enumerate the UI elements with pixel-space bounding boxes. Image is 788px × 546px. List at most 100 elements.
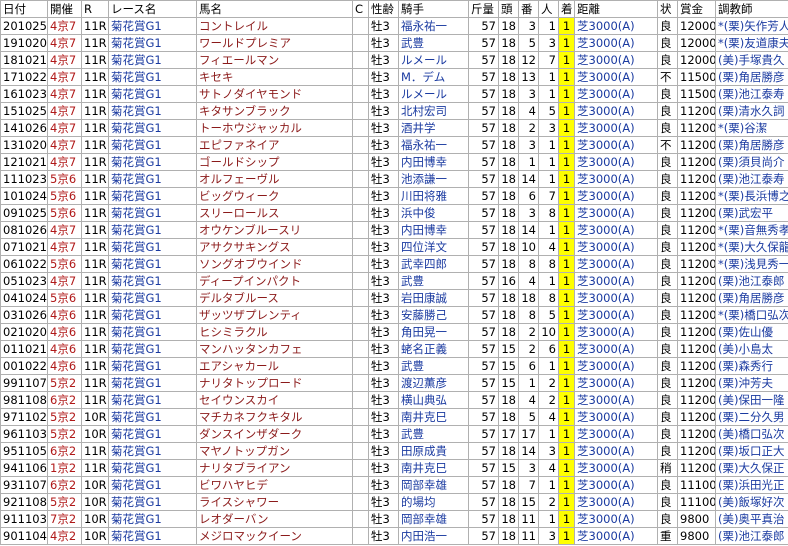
c-cell <box>352 425 369 443</box>
race-number-cell: 11R <box>81 187 109 205</box>
condition-cell: 良 <box>657 17 678 35</box>
meeting-cell: 4京6 <box>47 357 82 375</box>
trainer-cell: (栗)武宏平 <box>715 204 788 222</box>
prize-cell: 11200 <box>677 204 716 222</box>
gate-cell: 14 <box>518 442 539 460</box>
distance-cell: 芝3000(A) <box>574 323 658 341</box>
weight-cell: 57 <box>468 136 499 154</box>
date-cell: 941106 <box>0 459 48 477</box>
gate-cell: 2 <box>518 340 539 358</box>
horse-name-cell: ダンスインザダーク <box>196 425 353 443</box>
race-name-cell: 菊花賞G1 <box>108 306 197 324</box>
prize-cell: 11200 <box>677 187 716 205</box>
race-name-cell: 菊花賞G1 <box>108 442 197 460</box>
header-c: C <box>352 0 369 18</box>
horse-name-cell: エアシャカール <box>196 357 353 375</box>
weight-cell: 57 <box>468 374 499 392</box>
header-field-size: 頭 <box>498 0 519 18</box>
gate-cell: 17 <box>518 425 539 443</box>
horse-name-cell: サトノダイヤモンド <box>196 85 353 103</box>
popularity-cell: 1 <box>538 221 559 239</box>
weight-cell: 57 <box>468 476 499 494</box>
meeting-cell: 4京7 <box>47 68 82 86</box>
field-size-cell: 18 <box>498 17 519 35</box>
field-size-cell: 18 <box>498 68 519 86</box>
race-number-cell: 11R <box>81 238 109 256</box>
horse-name-cell: レオダーバン <box>196 510 353 528</box>
c-cell <box>352 289 369 307</box>
meeting-cell: 1京2 <box>47 459 82 477</box>
popularity-cell: 5 <box>538 306 559 324</box>
field-size-cell: 18 <box>498 238 519 256</box>
distance-cell: 芝3000(A) <box>574 136 658 154</box>
date-cell: 011021 <box>0 340 48 358</box>
condition-cell: 良 <box>657 289 678 307</box>
condition-cell: 良 <box>657 442 678 460</box>
trainer-cell: (栗)浜田光正 <box>715 476 788 494</box>
jockey-cell: 的場均 <box>398 493 469 511</box>
jockey-cell: 武幸四郎 <box>398 255 469 273</box>
meeting-cell: 4京7 <box>47 119 82 137</box>
field-size-cell: 18 <box>498 442 519 460</box>
weight-cell: 57 <box>468 459 499 477</box>
meeting-cell: 5京2 <box>47 374 82 392</box>
sex-age-cell: 牡3 <box>368 425 399 443</box>
gate-cell: 4 <box>518 272 539 290</box>
popularity-cell: 7 <box>538 51 559 69</box>
c-cell <box>352 391 369 409</box>
date-cell: 101024 <box>0 187 48 205</box>
condition-cell: 良 <box>657 119 678 137</box>
horse-name-cell: デルタブルース <box>196 289 353 307</box>
prize-cell: 11500 <box>677 68 716 86</box>
table-row: 091025 5京6 11R 菊花賞G1 スリーロールス 牡3 浜中俊 57 18 3 8 1 芝300… <box>0 204 788 222</box>
sex-age-cell: 牡3 <box>368 374 399 392</box>
condition-cell: 重 <box>657 527 678 545</box>
c-cell <box>352 442 369 460</box>
field-size-cell: 18 <box>498 391 519 409</box>
meeting-cell: 4京6 <box>47 306 82 324</box>
header-gate: 番 <box>518 0 539 18</box>
race-number-cell: 11R <box>81 289 109 307</box>
date-cell: 981108 <box>0 391 48 409</box>
table-row: 051023 4京7 11R 菊花賞G1 ディープインパクト 牡3 武豊 57 16 4 1 1 芝30… <box>0 272 788 290</box>
table-row: 901104 4京2 10R 菊花賞G1 メジロマックイーン 牡3 内田浩一 57 18 11 3 1… <box>0 527 788 545</box>
table-row: 981108 6京2 11R 菊花賞G1 セイウンスカイ 牡3 横山典弘 57 18 4 2 1 芝30… <box>0 391 788 409</box>
c-cell <box>352 357 369 375</box>
date-cell: 161023 <box>0 85 48 103</box>
meeting-cell: 4京6 <box>47 340 82 358</box>
jockey-cell: 浜中俊 <box>398 204 469 222</box>
distance-cell: 芝3000(A) <box>574 153 658 171</box>
header-date: 日付 <box>0 0 48 18</box>
weight-cell: 57 <box>468 510 499 528</box>
gate-cell: 13 <box>518 68 539 86</box>
race-name-cell: 菊花賞G1 <box>108 170 197 188</box>
weight-cell: 57 <box>468 68 499 86</box>
table-row: 131020 4京7 11R 菊花賞G1 エピファネイア 牡3 福永祐一 57 18 3 1 1 芝30… <box>0 136 788 154</box>
race-number-cell: 10R <box>81 476 109 494</box>
gate-cell: 5 <box>518 34 539 52</box>
date-cell: 201025 <box>0 17 48 35</box>
horse-name-cell: ビワハヤヒデ <box>196 476 353 494</box>
distance-cell: 芝3000(A) <box>574 187 658 205</box>
meeting-cell: 5京2 <box>47 493 82 511</box>
jockey-cell: ルメール <box>398 51 469 69</box>
distance-cell: 芝3000(A) <box>574 170 658 188</box>
jockey-cell: M．デム <box>398 68 469 86</box>
finish-cell: 1 <box>558 119 575 137</box>
date-cell: 951105 <box>0 442 48 460</box>
jockey-cell: 武豊 <box>398 357 469 375</box>
horse-name-cell: ヒシミラクル <box>196 323 353 341</box>
trainer-cell: (栗)清水久詞 <box>715 102 788 120</box>
race-number-cell: 11R <box>81 374 109 392</box>
race-name-cell: 菊花賞G1 <box>108 459 197 477</box>
distance-cell: 芝3000(A) <box>574 357 658 375</box>
jockey-cell: 福永祐一 <box>398 17 469 35</box>
table-row: 171022 4京7 11R 菊花賞G1 キセキ 牡3 M．デム 57 18 13 1 1 芝3000(… <box>0 68 788 86</box>
date-cell: 071021 <box>0 238 48 256</box>
race-number-cell: 11R <box>81 340 109 358</box>
popularity-cell: 1 <box>538 357 559 375</box>
popularity-cell: 8 <box>538 255 559 273</box>
trainer-cell: (美)橋口弘次 <box>715 425 788 443</box>
c-cell <box>352 374 369 392</box>
finish-cell: 1 <box>558 527 575 545</box>
